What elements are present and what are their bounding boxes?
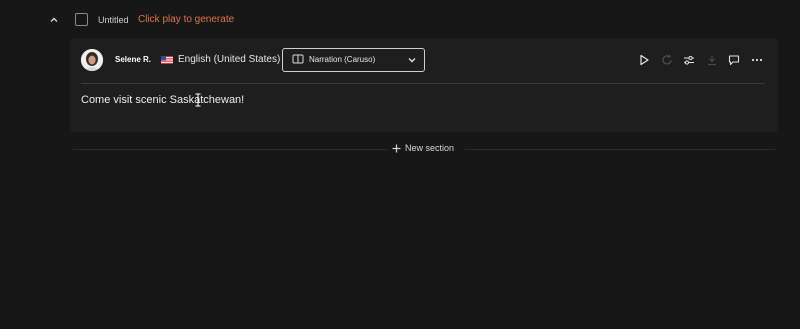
comment-button[interactable] bbox=[727, 53, 741, 67]
us-flag-icon bbox=[161, 56, 173, 64]
section-title: Untitled bbox=[98, 15, 129, 25]
voice-dropdown[interactable]: Narration (Caruso) bbox=[282, 48, 425, 72]
plus-icon bbox=[392, 144, 401, 152]
section-header: Untitled Click play to generate bbox=[0, 0, 800, 40]
speaker-avatar[interactable] bbox=[81, 49, 103, 71]
collapse-section-button[interactable] bbox=[46, 12, 62, 28]
voice-value: Narration (Caruso) bbox=[309, 55, 376, 64]
play-button[interactable] bbox=[637, 53, 651, 67]
speech-block-card: Selene R. English (United States) Narrat… bbox=[70, 38, 778, 132]
download-button[interactable] bbox=[705, 53, 719, 67]
download-icon bbox=[708, 55, 716, 66]
generate-hint: Click play to generate bbox=[138, 14, 235, 25]
chevron-down-icon bbox=[408, 58, 416, 63]
new-section-label: New section bbox=[405, 143, 455, 153]
regenerate-icon bbox=[662, 54, 672, 65]
text-cursor-icon bbox=[195, 93, 201, 107]
settings-sliders-button[interactable] bbox=[682, 53, 696, 67]
header-divider bbox=[81, 83, 765, 84]
more-icon bbox=[751, 58, 763, 62]
speaker-name[interactable]: Selene R. bbox=[115, 55, 151, 64]
avatar-image bbox=[81, 49, 103, 71]
regenerate-button[interactable] bbox=[660, 53, 674, 67]
new-section-button[interactable]: New section bbox=[392, 143, 454, 153]
new-section-divider-right bbox=[465, 149, 775, 150]
script-text-editor[interactable]: Come visit scenic Saskatchewan! bbox=[81, 94, 244, 106]
language-label[interactable]: English (United States) bbox=[178, 54, 280, 65]
chevron-up-icon bbox=[50, 17, 58, 22]
book-icon bbox=[292, 54, 304, 64]
sliders-icon bbox=[684, 55, 694, 65]
comment-icon bbox=[728, 55, 740, 66]
new-section-divider-left bbox=[73, 149, 387, 150]
more-options-button[interactable] bbox=[750, 53, 764, 67]
section-checkbox[interactable] bbox=[75, 13, 88, 26]
play-icon bbox=[640, 54, 649, 66]
